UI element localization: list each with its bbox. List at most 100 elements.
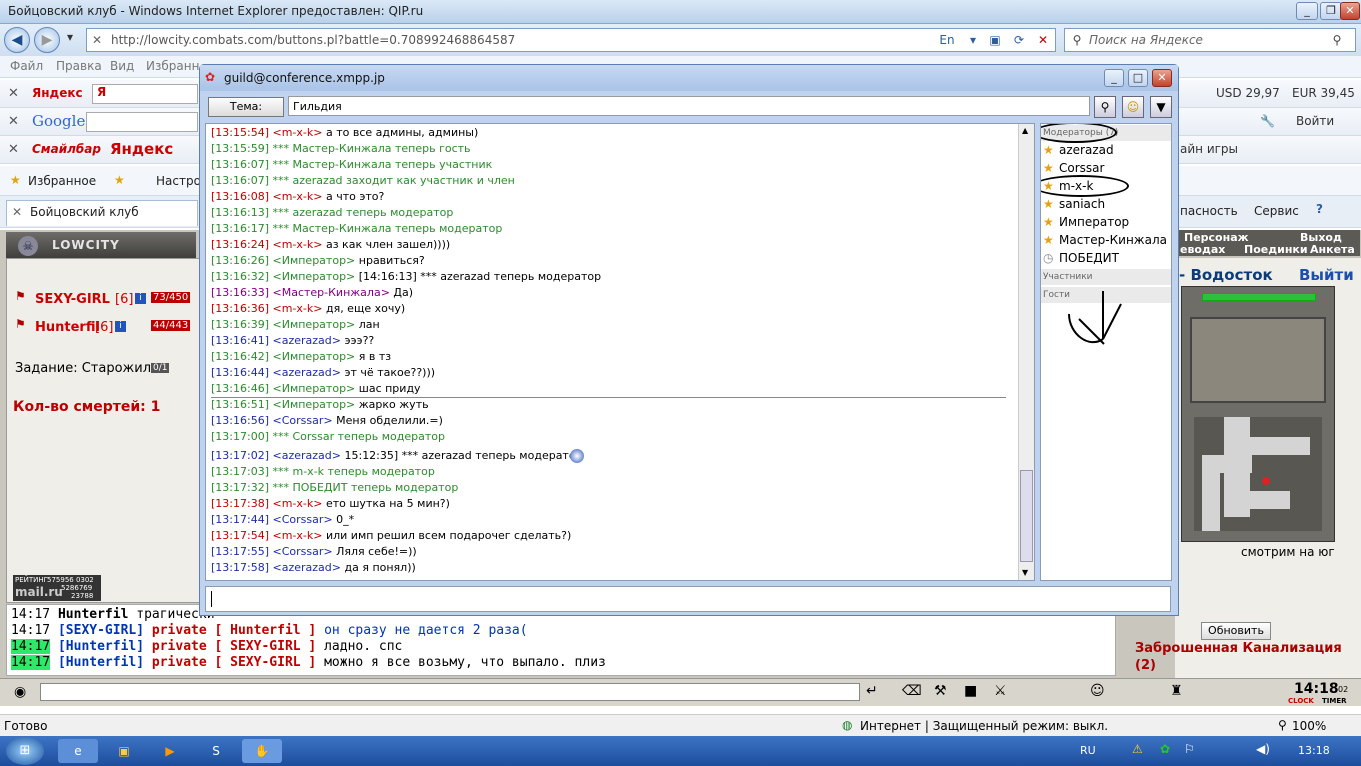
language-icon[interactable]: En <box>937 31 957 49</box>
menu-favorites[interactable]: Избранн <box>146 59 199 73</box>
mailru-rating-counter[interactable]: РЕЙТИНГ 575956 0302 5286769 23788 mail.r… <box>13 575 101 601</box>
exit-location-link[interactable]: Выйти <box>1299 266 1354 284</box>
message-nick[interactable]: <Император> <box>273 318 356 331</box>
message-nick[interactable]: <m-x-k> <box>273 238 323 251</box>
message-nick[interactable]: <m-x-k> <box>273 190 323 203</box>
warning-tray-icon[interactable]: ⚠ <box>1132 742 1143 756</box>
yandex-search-field[interactable]: Я <box>92 84 198 104</box>
add-favorite-icon[interactable]: ★ <box>114 173 125 187</box>
address-dropdown-icon[interactable]: ▾ <box>963 31 983 49</box>
player2-info-icon[interactable]: i <box>115 321 126 332</box>
filter-icon[interactable]: ⚒ <box>934 683 947 699</box>
language-indicator[interactable]: RU <box>1080 744 1096 757</box>
player2-name[interactable]: Hunterfil <box>35 320 100 335</box>
stop-icon[interactable]: ✕ <box>1033 31 1053 49</box>
message-nick[interactable]: <m-x-k> <box>273 529 323 542</box>
message-nick[interactable]: <azerazad> <box>273 366 341 379</box>
user-item[interactable]: ★ Император <box>1043 215 1129 229</box>
fight-icon[interactable]: ⚔ <box>994 683 1007 699</box>
conf-maximize-button[interactable]: □ <box>1128 69 1148 87</box>
status-zone[interactable]: Интернет | Защищенный режим: выкл. <box>860 719 1108 733</box>
user-item[interactable]: ★ Corssar <box>1043 161 1104 175</box>
google-search-field[interactable] <box>86 112 198 132</box>
message-nick[interactable]: <azerazad> <box>273 334 341 347</box>
message-nick[interactable]: <m-x-k> <box>273 126 323 139</box>
start-button[interactable]: ⊞ <box>6 737 44 765</box>
qip-tray-icon[interactable]: ✿ <box>1160 742 1170 756</box>
minimize-button[interactable]: _ <box>1296 2 1318 20</box>
conf-close-button[interactable]: ✕ <box>1152 69 1172 87</box>
message-nick[interactable]: <Corssar> <box>273 513 333 526</box>
player1-info-icon[interactable]: i <box>135 293 146 304</box>
skype-taskbar-icon[interactable]: S <box>196 739 236 763</box>
maximize-button[interactable]: ❐ <box>1320 2 1342 20</box>
user-item[interactable]: ★ Мастер-Кинжала <box>1043 233 1167 247</box>
qip-taskbar-icon[interactable]: ✋ <box>242 739 282 763</box>
search-go-icon[interactable]: ⚲ <box>1327 31 1347 49</box>
scroll-down-icon[interactable]: ▼ <box>1022 568 1028 577</box>
message-nick[interactable]: <Император> <box>273 398 356 411</box>
media-taskbar-icon[interactable]: ▶ <box>150 739 190 763</box>
menu-edit[interactable]: Правка <box>56 59 102 73</box>
menu-view[interactable]: Вид <box>110 59 134 73</box>
toolbar-close-icon[interactable]: ✕ <box>8 114 19 129</box>
user-item[interactable]: ◷ ПОБЕДИТ <box>1043 251 1119 265</box>
message-nick[interactable]: <Corssar> <box>273 545 333 558</box>
conference-message-input[interactable] <box>205 586 1171 612</box>
menu-file[interactable]: Файл <box>10 59 43 73</box>
message-nick[interactable]: <Мастер-Кинжала> <box>273 286 390 299</box>
games-menu[interactable]: айн игры <box>1180 142 1238 156</box>
smile-icon[interactable]: ☺ <box>1090 683 1105 699</box>
clear-icon[interactable]: ⌫ <box>902 683 922 699</box>
compat-view-icon[interactable]: ▣ <box>985 31 1005 49</box>
wrench-icon[interactable]: 🔧 <box>1260 114 1275 128</box>
message-nick[interactable]: <azerazad> <box>273 561 341 574</box>
player1-name[interactable]: SEXY-GIRL <box>35 292 110 307</box>
messages-scrollbar[interactable]: ▲ ▼ <box>1018 124 1034 580</box>
history-dropdown-icon[interactable]: ▾ <box>60 28 80 46</box>
message-nick[interactable]: <Император> <box>273 382 356 395</box>
scroll-up-icon[interactable]: ▲ <box>1022 126 1028 135</box>
help-icon[interactable]: ? <box>1316 202 1323 216</box>
location-map[interactable] <box>1181 286 1335 542</box>
explorer-taskbar-icon[interactable]: ▣ <box>104 739 144 763</box>
message-nick[interactable]: <azerazad> <box>273 449 341 462</box>
close-button[interactable]: ✕ <box>1340 2 1360 20</box>
message-nick[interactable]: <Император> <box>273 254 356 267</box>
message-nick[interactable]: <Corssar> <box>273 414 333 427</box>
search-field[interactable]: ⚲ Поиск на Яндексе ⚲ <box>1064 28 1356 52</box>
ie-taskbar-icon[interactable]: e <box>58 739 98 763</box>
user-item[interactable]: ★ saniach <box>1043 197 1105 211</box>
chat-mode-icon[interactable]: ◉ <box>14 684 26 700</box>
scroll-thumb[interactable] <box>1020 470 1033 562</box>
nav-profile[interactable]: Анкета <box>1310 243 1355 256</box>
message-nick[interactable]: <Император> <box>273 270 356 283</box>
zoom-level[interactable]: 100% <box>1292 719 1326 733</box>
group-participants[interactable]: Участники <box>1041 269 1171 285</box>
back-button[interactable]: ◀ <box>4 27 30 53</box>
inventory-icon[interactable]: ♜ <box>1170 683 1183 699</box>
nav-fights[interactable]: Поединки <box>1244 243 1308 256</box>
send-icon[interactable]: ↵ <box>866 683 878 699</box>
forward-button[interactable]: ▶ <box>34 27 60 53</box>
toolbar-close-icon[interactable]: ✕ <box>8 142 19 157</box>
smiley-icon[interactable]: ☺ <box>1122 96 1144 118</box>
address-bar[interactable]: ✕ http://lowcity.combats.com/buttons.pl?… <box>86 28 1056 52</box>
service-menu[interactable]: Сервис <box>1254 204 1299 218</box>
message-nick[interactable]: <Император> <box>273 350 356 363</box>
conf-minimize-button[interactable]: _ <box>1104 69 1124 87</box>
save-icon[interactable]: ■ <box>964 683 977 699</box>
favorites-settings[interactable]: Настро <box>156 174 201 188</box>
search-users-icon[interactable]: ⚲ <box>1094 96 1116 118</box>
volume-tray-icon[interactable]: ◀) <box>1256 742 1270 756</box>
nav-transfers[interactable]: еводах <box>1180 243 1225 256</box>
topic-button[interactable]: Тема: <box>208 97 284 117</box>
toolbar-close-icon[interactable]: ✕ <box>8 86 19 101</box>
login-link[interactable]: Войти <box>1296 114 1334 128</box>
favorites-button[interactable]: Избранное <box>28 174 96 188</box>
topic-field[interactable]: Гильдия <box>288 96 1090 116</box>
message-nick[interactable]: <m-x-k> <box>273 497 323 510</box>
refresh-button[interactable]: Обновить <box>1201 622 1271 640</box>
refresh-icon[interactable]: ⟳ <box>1009 31 1029 49</box>
game-chat-input[interactable] <box>40 683 860 701</box>
